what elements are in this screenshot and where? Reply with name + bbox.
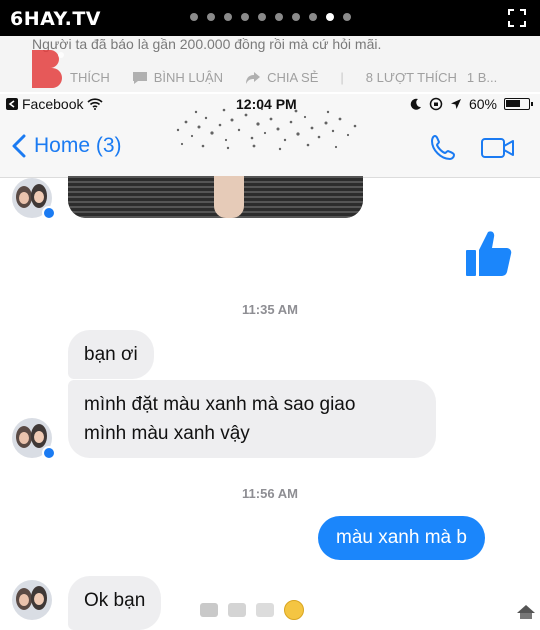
site-header: 6HAY.TV [0,0,540,36]
bookmark-icon[interactable] [516,604,536,620]
like-label: THÍCH [70,70,110,85]
expand-icon[interactable] [508,9,526,27]
outgoing-message[interactable]: màu xanh mà b [318,516,485,560]
site-logo[interactable]: 6HAY.TV [10,8,101,30]
camera-icon[interactable] [228,603,246,617]
more-count[interactable]: 1 B... [467,70,497,85]
comment-icon [132,71,147,84]
battery-icon [504,98,533,110]
message-text: Ok bạn [84,590,146,611]
sticker-icon[interactable] [256,603,274,617]
battery-percent: 60% [468,96,497,112]
slide-dot[interactable] [224,13,232,21]
share-label: CHIA SẺ [267,70,319,85]
back-button[interactable]: Home (3) [12,134,122,158]
slide-dot[interactable] [258,13,266,21]
message-text: màu xanh mà b [336,527,467,548]
slide-dot-active[interactable] [326,13,334,21]
slide-dot[interactable] [343,13,351,21]
wifi-icon [87,98,104,110]
bottom-toolbar [200,600,304,620]
slide-dot[interactable] [190,13,198,21]
incoming-message[interactable]: mình đặt màu xanh mà sao giao mình màu x… [68,380,436,458]
messenger-badge-icon [42,206,56,220]
emoji-icon[interactable] [284,600,304,620]
comment-action[interactable]: BÌNH LUẬN [132,70,223,85]
timestamp: 11:56 AM [242,486,298,501]
slide-dot[interactable] [292,13,300,21]
post-caption: Người ta đã báo là gần 200.000 đồng rồi … [32,36,382,52]
messenger-badge-icon [42,446,56,460]
photo-message[interactable] [68,176,363,218]
slide-indicator [190,13,351,21]
location-icon [450,99,461,109]
moon-icon [410,98,421,110]
contact-avatar[interactable] [12,580,52,620]
redacted-name [176,107,357,151]
divider: | [340,70,344,85]
like-action[interactable]: THÍCH [70,70,110,85]
slide-dot[interactable] [241,13,249,21]
message-text-line: mình đặt màu xanh mà sao giao [84,394,356,415]
share-action[interactable]: CHIA SẺ [245,70,318,85]
back-label: Home (3) [34,134,122,157]
brand-b-logo [32,50,64,88]
incoming-message[interactable]: Ok bạn [68,576,162,630]
chevron-left-icon [12,134,26,158]
timestamp: 11:35 AM [242,302,298,317]
status-left: Facebook [6,96,104,112]
thumbs-up-icon[interactable] [464,228,512,278]
slide-dot[interactable] [275,13,283,21]
slide-dot[interactable] [207,13,215,21]
image-icon[interactable] [200,603,218,617]
video-call-icon[interactable] [480,136,516,160]
message-text-line: mình màu xanh vậy [84,423,250,444]
likes-count[interactable]: 8 LƯỢT THÍCH [366,70,457,85]
status-carrier: Facebook [22,96,84,112]
orientation-lock-icon [429,97,443,111]
incoming-message[interactable]: bạn ơi [68,330,154,379]
message-text: bạn ơi [84,344,138,365]
share-icon [246,71,261,84]
comment-label: BÌNH LUẬN [153,70,224,85]
slide-dot[interactable] [309,13,317,21]
phone-call-icon[interactable] [428,133,458,163]
post-actions: THÍCH BÌNH LUẬN CHIA SẺ | 8 LƯỢT THÍCH 1… [70,70,497,85]
status-right: 60% [410,96,533,112]
back-to-app-icon [6,98,18,110]
